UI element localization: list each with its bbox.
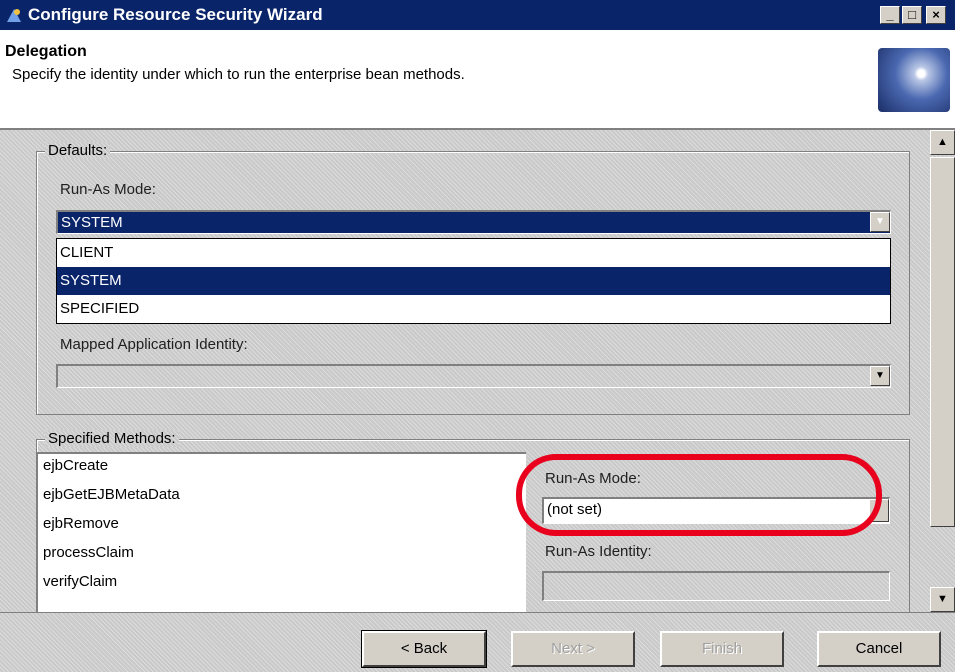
page-title: Delegation <box>5 43 87 60</box>
page-description: Specify the identity under which to run … <box>12 66 465 83</box>
run-as-mode-combo[interactable]: SYSTEM ▼ <box>56 210 891 234</box>
annotation-highlight-ellipse <box>516 454 882 536</box>
cancel-button[interactable]: Cancel <box>817 631 941 667</box>
dropdown-option-specified[interactable]: SPECIFIED <box>57 295 890 323</box>
window-title: Configure Resource Security Wizard <box>28 5 323 24</box>
run-as-mode-dropdown[interactable]: CLIENT SYSTEM SPECIFIED <box>56 238 891 324</box>
close-button[interactable]: × <box>926 6 946 24</box>
list-item-method[interactable]: verifyClaim <box>38 570 526 599</box>
chevron-down-icon[interactable]: ▼ <box>870 366 890 386</box>
list-item-method[interactable]: processClaim <box>38 541 526 570</box>
list-item-method[interactable]: ejbCreate <box>38 454 526 483</box>
run-as-identity-field[interactable] <box>542 571 890 601</box>
maximize-button[interactable]: □ <box>902 6 922 24</box>
dropdown-option-client[interactable]: CLIENT <box>57 239 890 267</box>
wizard-footer: < Back Next > Finish Cancel <box>0 612 955 672</box>
scroll-down-icon[interactable]: ▼ <box>930 587 955 612</box>
wizard-body: Defaults: Run-As Mode: SYSTEM ▼ CLIENT S… <box>0 130 955 616</box>
wizard-globe-icon <box>878 48 950 112</box>
mapped-identity-label: Mapped Application Identity: <box>60 336 248 353</box>
dropdown-option-system[interactable]: SYSTEM <box>57 267 890 295</box>
back-button[interactable]: < Back <box>361 630 487 668</box>
run-as-identity-label: Run-As Identity: <box>545 543 652 560</box>
wizard-app-icon <box>7 9 21 22</box>
wizard-header: Delegation Specify the identity under wh… <box>0 30 955 130</box>
finish-button[interactable]: Finish <box>660 631 784 667</box>
vertical-scrollbar[interactable]: ▲ ▼ <box>930 130 955 612</box>
minimize-button[interactable]: _ <box>880 6 900 24</box>
chevron-down-icon[interactable]: ▼ <box>870 212 890 232</box>
scroll-thumb[interactable] <box>930 157 955 527</box>
title-bar[interactable]: Configure Resource Security Wizard _ □ × <box>0 0 955 30</box>
list-item-method[interactable]: ejbRemove <box>38 512 526 541</box>
wizard-window: Configure Resource Security Wizard _ □ ×… <box>0 0 955 672</box>
scroll-up-icon[interactable]: ▲ <box>930 130 955 155</box>
run-as-mode-value: SYSTEM <box>61 214 123 231</box>
specified-methods-legend: Specified Methods: <box>45 430 179 447</box>
next-button[interactable]: Next > <box>511 631 635 667</box>
mapped-identity-combo[interactable]: ▼ <box>56 364 891 388</box>
list-item-method[interactable]: ejbGetEJBMetaData <box>38 483 526 512</box>
run-as-mode-label: Run-As Mode: <box>60 181 156 198</box>
defaults-legend: Defaults: <box>45 142 111 159</box>
methods-list[interactable]: ejbCreate ejbGetEJBMetaData ejbRemove pr… <box>36 452 526 612</box>
